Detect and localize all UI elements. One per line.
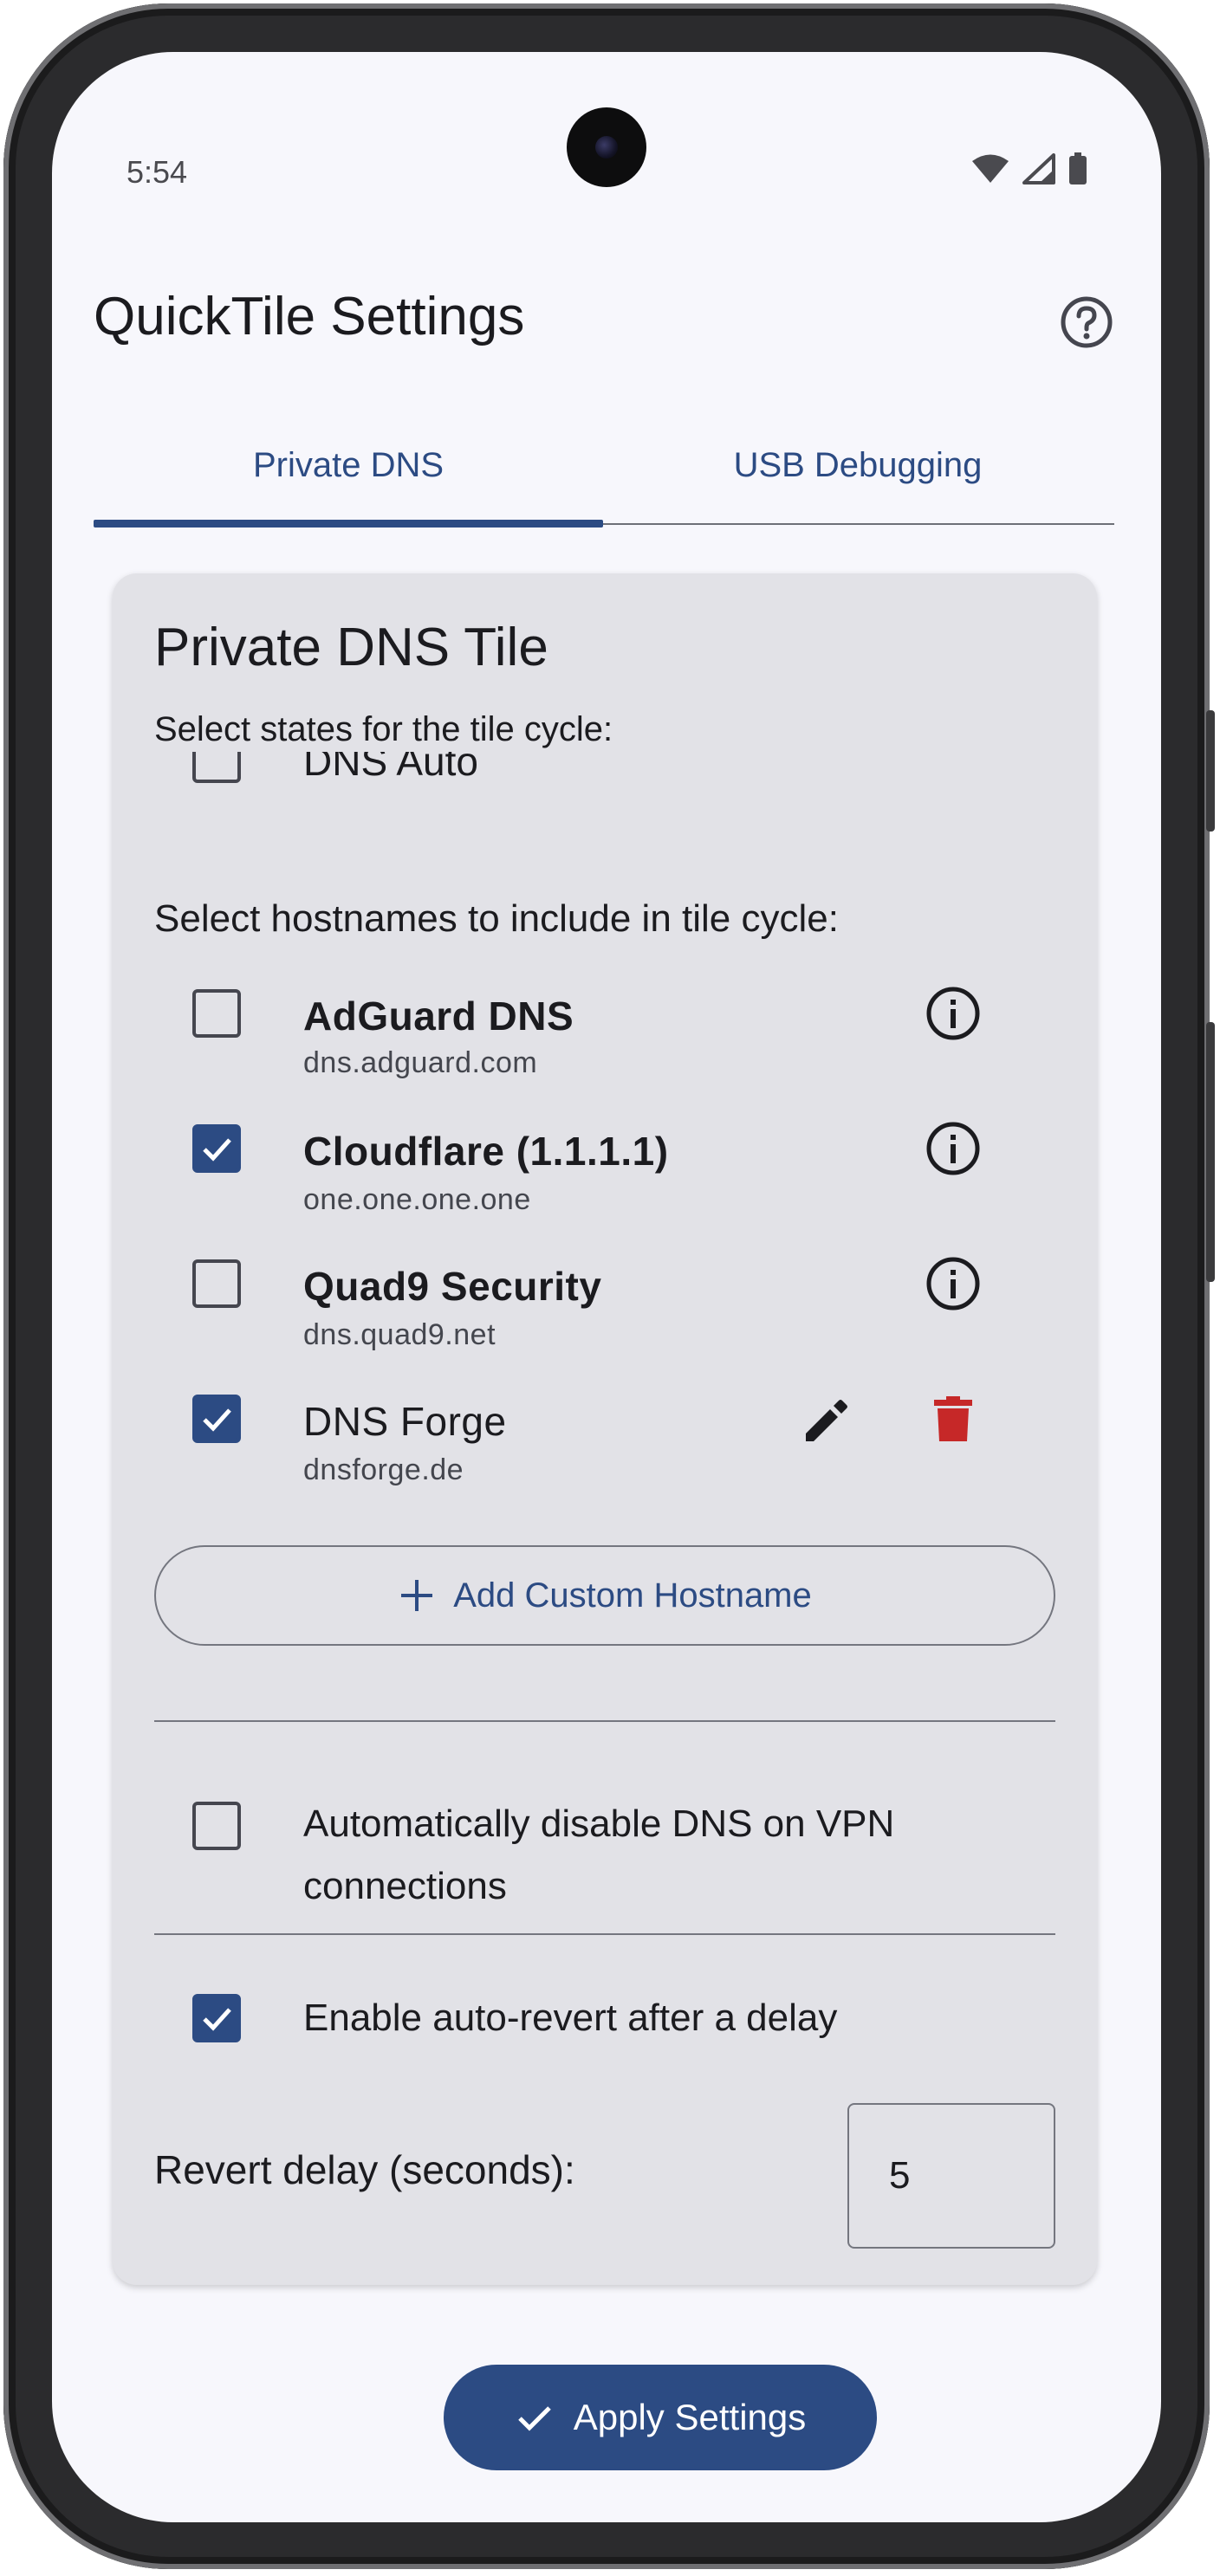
- status-time: 5:54: [127, 154, 188, 190]
- status-icons: [970, 152, 1088, 185]
- hostnames-label: Select hostnames to include in tile cycl…: [154, 897, 839, 940]
- hostname-checkbox-quad9[interactable]: [192, 1259, 241, 1308]
- battery-icon: [1069, 152, 1087, 184]
- wifi-icon: [972, 154, 1009, 183]
- plus-icon: [401, 1580, 433, 1611]
- screen: 5:54 QuickTile Settings Private DNS USB …: [52, 52, 1161, 2522]
- hostname-name-adguard: AdGuard DNS: [303, 994, 574, 1039]
- hostname-checkbox-dnsforge[interactable]: [192, 1395, 241, 1443]
- check-icon: [203, 1408, 231, 1432]
- tab-private-dns[interactable]: Private DNS: [94, 433, 603, 497]
- state-label-dns-auto: DNS Auto: [303, 752, 478, 784]
- tab-usb-debugging[interactable]: USB Debugging: [603, 433, 1113, 497]
- hostname-name-cloudflare: Cloudflare (1.1.1.1): [303, 1129, 669, 1174]
- auto-revert-label: Enable auto-revert after a delay: [303, 1997, 838, 2039]
- check-icon: [517, 2406, 551, 2431]
- hostname-name-quad9: Quad9 Security: [303, 1264, 602, 1309]
- vpn-disable-checkbox[interactable]: [192, 1802, 241, 1850]
- check-icon: [203, 1138, 231, 1162]
- volume-button: [1206, 1022, 1215, 1282]
- hostname-host-cloudflare: one.one.one.one: [303, 1183, 531, 1216]
- apply-settings-button[interactable]: Apply Settings: [444, 2365, 877, 2470]
- auto-revert-checkbox[interactable]: [192, 1994, 241, 2042]
- states-list: DNS Auto: [113, 752, 1097, 804]
- states-label: Select states for the tile cycle:: [154, 710, 613, 748]
- vpn-disable-label: Automatically disable DNS on VPN connect…: [303, 1803, 895, 1907]
- signal-icon: [1022, 153, 1055, 184]
- divider: [154, 1720, 1055, 1722]
- apply-settings-label: Apply Settings: [573, 2397, 807, 2437]
- hostname-host-quad9: dns.quad9.net: [303, 1318, 496, 1351]
- revert-delay-input[interactable]: [847, 2103, 1055, 2249]
- hostname-host-dnsforge: dnsforge.de: [303, 1453, 464, 1486]
- hostname-checkbox-adguard[interactable]: [192, 989, 241, 1038]
- app-title: QuickTile Settings: [94, 287, 525, 346]
- state-checkbox-dns-auto[interactable]: [192, 752, 241, 783]
- info-icon[interactable]: [924, 984, 983, 1043]
- divider: [154, 1933, 1055, 1935]
- check-icon: [203, 2008, 231, 2031]
- add-custom-hostname-button[interactable]: Add Custom Hostname: [154, 1545, 1055, 1646]
- card-title: Private DNS Tile: [154, 618, 548, 677]
- front-camera: [567, 107, 646, 187]
- delete-icon[interactable]: [925, 1391, 981, 1447]
- hostname-host-adguard: dns.adguard.com: [303, 1046, 538, 1079]
- info-icon[interactable]: [924, 1254, 983, 1313]
- revert-delay-label: Revert delay (seconds):: [154, 2147, 575, 2192]
- power-button: [1206, 710, 1215, 832]
- hostname-name-dnsforge: DNS Forge: [303, 1399, 507, 1444]
- info-icon[interactable]: [924, 1119, 983, 1178]
- edit-icon[interactable]: [799, 1393, 854, 1448]
- help-icon[interactable]: [1059, 294, 1114, 350]
- private-dns-card: Private DNS Tile Select states for the t…: [113, 573, 1097, 2285]
- hostname-checkbox-cloudflare[interactable]: [192, 1124, 241, 1173]
- tab-indicator: [94, 520, 603, 527]
- add-custom-hostname-label: Add Custom Hostname: [453, 1576, 812, 1615]
